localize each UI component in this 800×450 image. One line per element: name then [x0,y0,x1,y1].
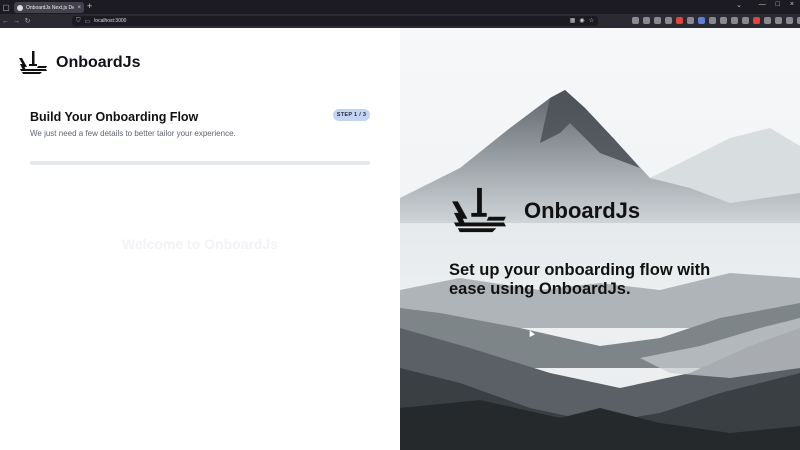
download-icon[interactable] [643,17,650,24]
extension-icon[interactable] [665,17,672,24]
tab-overflow-chevron-icon[interactable]: ⌄ [736,1,742,9]
mountain-illustration [400,28,800,450]
brand[interactable]: OnboardJs [18,50,140,76]
extension-icon[interactable] [698,17,705,24]
step-badge: STEP 1 / 3 [333,109,370,121]
minimize-button[interactable]: — [759,1,766,8]
account-icon[interactable] [654,17,661,24]
window-controls: — □ × [759,1,794,8]
bookmark-star-icon[interactable]: ☆ [589,17,594,24]
extension-icon[interactable] [742,17,749,24]
tab-list-icon[interactable]: ▢ [0,1,12,13]
browser-tab-bar: ▢ OnboardJs Next.js Demo × + ⌄ — □ × [0,0,800,14]
extension-icon[interactable] [764,17,771,24]
hero-panel: OnboardJs Set up your onboarding flow wi… [400,28,800,450]
extension-icon[interactable] [731,17,738,24]
pocket-icon[interactable] [632,17,639,24]
forward-arrow-icon[interactable]: → [11,18,22,25]
page-subtitle: We just need a few details to better tai… [30,129,236,138]
address-bar-actions: ▦ ◉ ☆ [570,17,594,24]
progress-bar [30,161,370,165]
extension-icon[interactable] [720,17,727,24]
maximize-button[interactable]: □ [776,1,780,8]
page-title: Build Your Onboarding Flow [30,110,199,124]
hero-brand: OnboardJs [448,186,640,236]
address-bar[interactable]: ⛉ ▭ localhost:3000 ▦ ◉ ☆ [72,16,598,26]
extension-icon[interactable] [753,17,760,24]
extensions-puzzle-icon[interactable] [775,17,782,24]
extension-toolbar [632,17,800,24]
tab-close-icon[interactable]: × [77,5,81,11]
reload-icon[interactable]: ↻ [22,17,33,25]
back-arrow-icon[interactable]: ← [0,18,11,25]
profile-icon[interactable] [786,17,793,24]
welcome-heading: Welcome to OnboardJs [121,236,279,252]
close-window-button[interactable]: × [790,1,794,8]
page: OnboardJs Build Your Onboarding Flow We … [0,28,800,450]
qr-icon[interactable]: ▦ [570,17,576,24]
hero-brand-name: OnboardJs [524,198,641,223]
onboarding-panel: OnboardJs Build Your Onboarding Flow We … [0,28,400,450]
hero-tagline: Set up your onboarding flow with ease us… [449,261,711,298]
onboardjs-logo-icon [19,51,47,74]
brand-name: OnboardJs [56,54,141,71]
ublock-icon[interactable] [676,17,683,24]
onboardjs-logo-icon [452,187,506,233]
tab-title: OnboardJs Next.js Demo [26,4,75,11]
browser-tab[interactable]: OnboardJs Next.js Demo × [14,2,84,13]
shield-icon: ⛉ [76,17,81,24]
reader-icon[interactable]: ◉ [579,17,584,24]
extension-icon[interactable] [687,17,694,24]
browser-nav-bar: ← → ↻ ⛉ ▭ localhost:3000 ▦ ◉ ☆ [0,14,800,28]
new-tab-button[interactable]: + [87,1,92,11]
page-info-icon[interactable]: ▭ [85,18,91,25]
url-text: localhost:3000 [94,18,127,24]
extension-icon[interactable] [709,17,716,24]
tab-favicon-icon [17,4,23,11]
